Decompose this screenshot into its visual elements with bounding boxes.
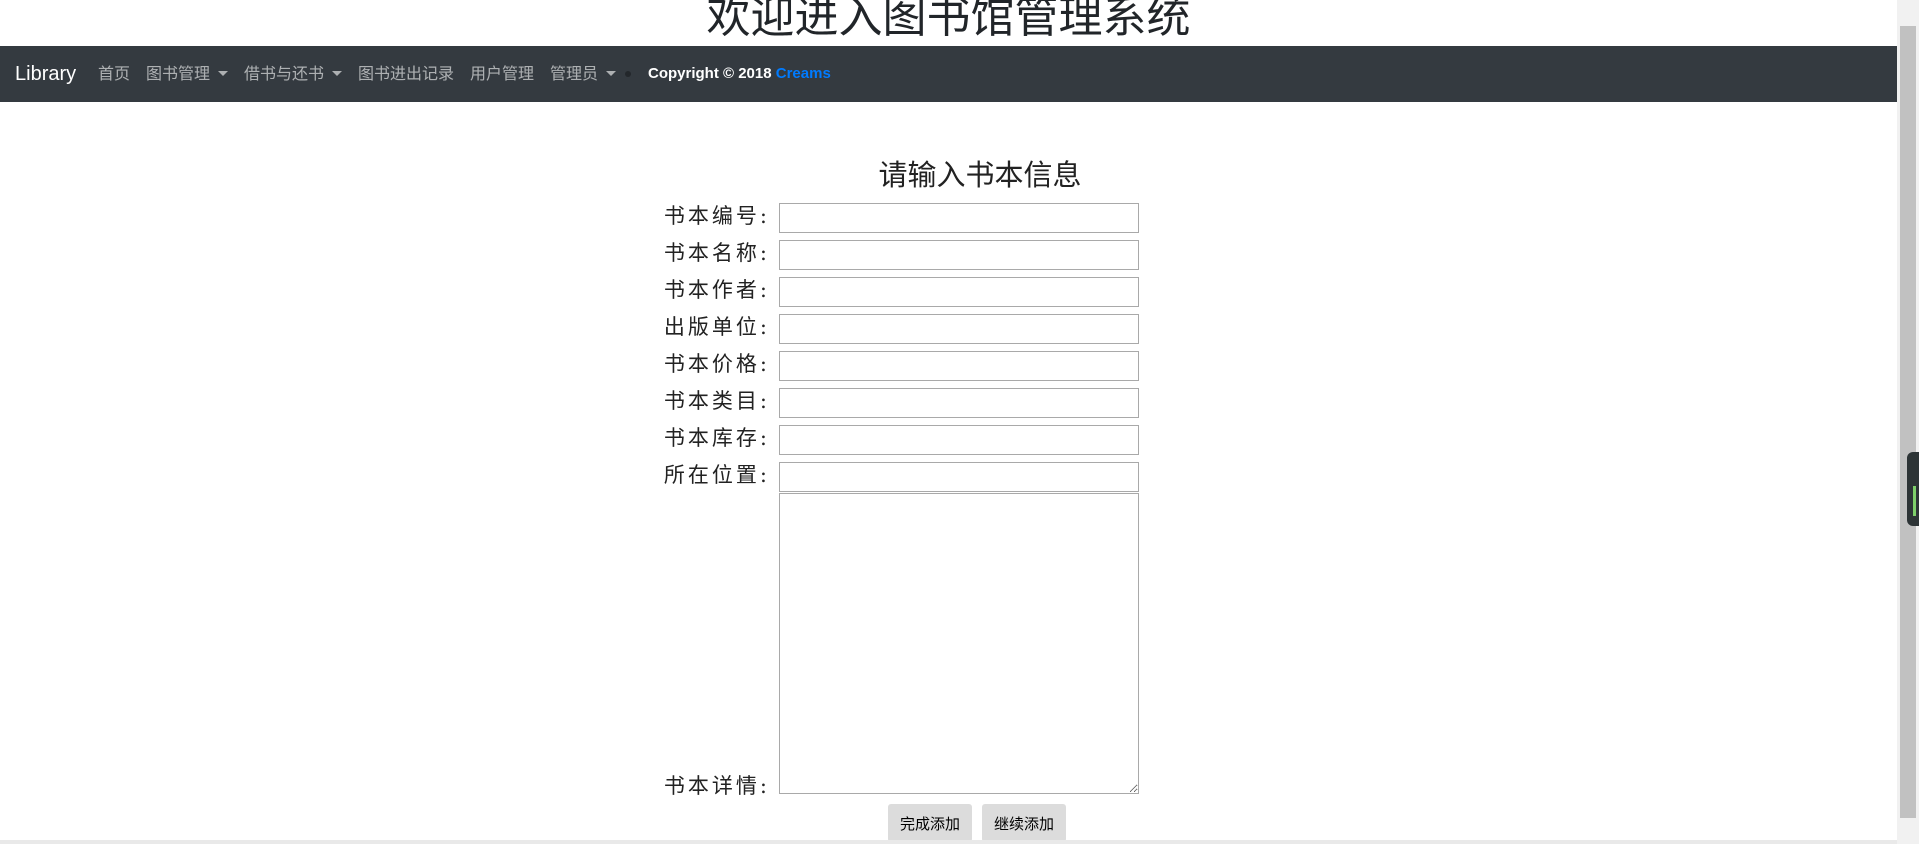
caret-down-icon [218,71,229,76]
book-author-input[interactable] [779,277,1139,307]
book-id-input[interactable] [779,203,1139,233]
side-widget-handle[interactable] [1907,452,1919,526]
nav-item-label: 图书管理 [146,64,211,83]
nav-item-home[interactable]: 首页 [98,46,130,102]
nav-item-book-records[interactable]: 图书进出记录 [358,46,454,102]
nav-item-label: 借书与还书 [244,64,325,83]
book-price-label: 书本价格: [663,352,770,376]
continue-add-button[interactable]: 继续添加 [982,804,1067,842]
book-details-textarea[interactable] [779,493,1139,794]
page-title: 欢迎进入图书馆管理系统 [706,0,1191,43]
publisher-input[interactable] [779,314,1139,344]
separator-dot-icon [625,71,631,77]
nav-item-admin[interactable]: 管理员 [550,46,617,102]
caret-down-icon [332,71,343,76]
nav-item-borrow-return[interactable]: 借书与还书 [244,46,343,102]
book-category-input[interactable] [779,388,1139,418]
book-stock-input[interactable] [779,425,1139,455]
horizontal-scrollbar [0,840,1897,844]
scrollbar-thumb[interactable] [1900,26,1916,818]
book-id-label: 书本编号: [663,204,770,228]
copyright: Copyright © 2018 Creams [648,46,831,102]
book-stock-label: 书本库存: [663,426,770,450]
nav-item-label: 管理员 [550,64,599,83]
nav-item-user-management[interactable]: 用户管理 [470,46,534,102]
book-category-label: 书本类目: [663,389,770,413]
vertical-scrollbar[interactable] [1897,0,1919,844]
book-details-label: 书本详情: [663,774,770,798]
book-price-input[interactable] [779,351,1139,381]
form-title: 请输入书本信息 [878,158,1082,192]
nav-item-label: 首页 [98,64,131,83]
caret-down-icon [606,71,617,76]
publisher-label: 出版单位: [663,315,770,339]
book-author-label: 书本作者: [663,278,770,302]
copyright-link[interactable]: Creams [776,65,831,82]
book-name-input[interactable] [779,240,1139,270]
book-name-label: 书本名称: [663,241,770,265]
location-label: 所在位置: [663,463,770,487]
navbar-brand[interactable]: Library [15,46,76,102]
finish-add-button[interactable]: 完成添加 [888,804,973,842]
copyright-text: Copyright © 2018 [648,65,772,82]
nav-item-label: 用户管理 [470,64,535,83]
top-navbar: Library 首页 图书管理 借书与还书 图书进出记录 用户管理 管理员 Co… [0,46,1897,102]
location-input[interactable] [779,462,1139,492]
nav-item-book-management[interactable]: 图书管理 [146,46,229,102]
nav-item-label: 图书进出记录 [358,64,455,83]
